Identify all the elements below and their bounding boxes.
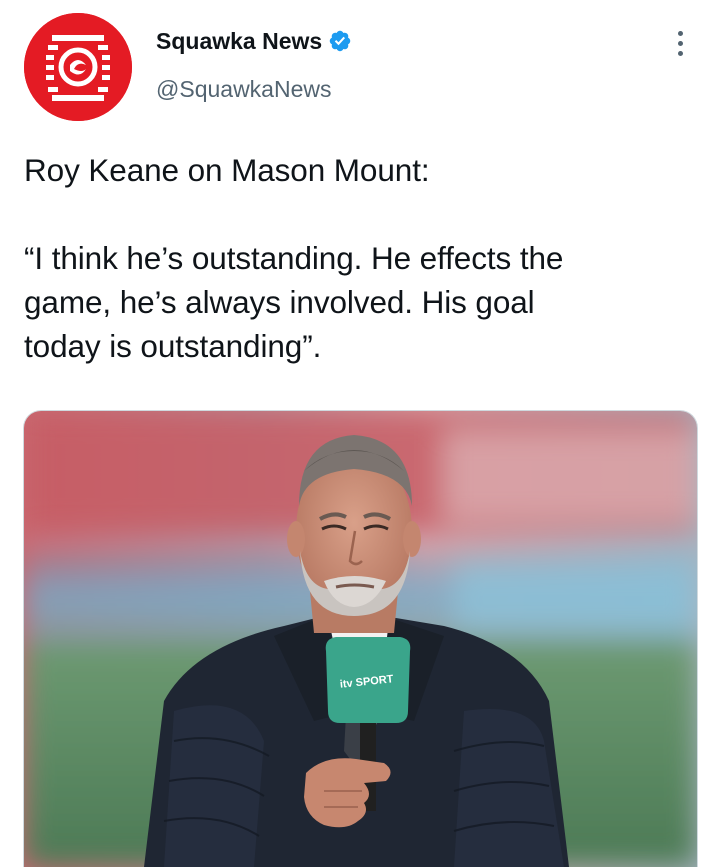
- tweet-media-image[interactable]: itv SPORT: [23, 410, 698, 867]
- tweet-text-blank-line: [24, 192, 694, 236]
- tweet-text-line: “I think he’s outstanding. He effects th…: [24, 240, 564, 276]
- verified-badge-icon: [329, 30, 351, 52]
- tweet-text-line: Roy Keane on Mason Mount:: [24, 152, 430, 188]
- tweet-text-line: today is outstanding”.: [24, 328, 322, 364]
- more-options-icon[interactable]: [664, 25, 696, 61]
- display-name[interactable]: Squawka News: [156, 24, 322, 58]
- squawka-logo-icon: [24, 13, 132, 121]
- tweet: Squawka News @SquawkaNews Roy Keane on M…: [0, 0, 715, 867]
- tweet-text: Roy Keane on Mason Mount: “I think he’s …: [24, 148, 694, 368]
- tweet-text-line: game, he’s always involved. His goal: [24, 284, 535, 320]
- more-dot: [677, 30, 683, 36]
- avatar[interactable]: [24, 13, 132, 121]
- more-dot: [677, 40, 683, 46]
- more-dot: [677, 50, 683, 56]
- author-name-row[interactable]: Squawka News: [156, 24, 352, 58]
- photo: itv SPORT: [24, 411, 697, 867]
- author-handle[interactable]: @SquawkaNews: [156, 72, 331, 106]
